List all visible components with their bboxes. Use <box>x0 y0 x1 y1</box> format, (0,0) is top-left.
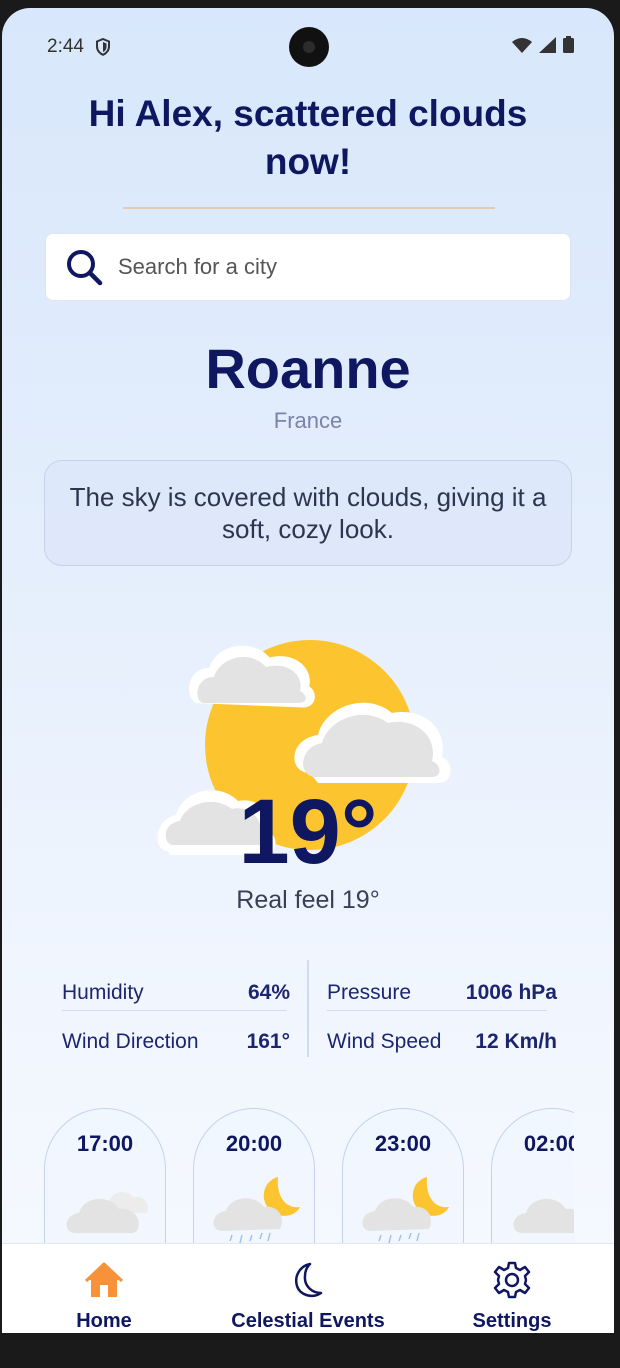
stat-value: 64% <box>247 981 290 1004</box>
weather-stats-grid: Humidity 64% Pressure 1006 hPa Wind Dire… <box>62 960 557 1058</box>
stats-horizontal-divider <box>327 1010 547 1011</box>
nav-home[interactable]: Home <box>44 1244 164 1333</box>
stats-vertical-divider <box>307 960 309 1057</box>
search-icon[interactable] <box>64 247 104 287</box>
search-input[interactable] <box>116 253 540 281</box>
status-time: 2:44 <box>47 36 84 57</box>
forecast-card[interactable]: 17:00 <box>44 1108 166 1248</box>
camera-cutout <box>289 27 329 67</box>
country-name: France <box>273 408 343 433</box>
stat-value: 161° <box>246 1030 290 1053</box>
stats-horizontal-divider <box>62 1010 287 1011</box>
hourly-forecast-list[interactable]: 17:00 20:00 23:00 02:00 <box>44 1108 574 1248</box>
forecast-time: 23:00 <box>374 1131 432 1156</box>
status-icons <box>511 36 574 53</box>
current-temperature: 19° <box>238 781 378 883</box>
battery-icon <box>563 36 574 53</box>
stat-label: Wind Direction <box>62 1030 199 1053</box>
greeting-title: Hi Alex, scattered clouds now! <box>88 93 528 182</box>
city-search-bar[interactable] <box>45 233 571 301</box>
system-gesture-bar <box>0 1333 620 1368</box>
bottom-navigation: Home Celestial Events Settings <box>2 1243 614 1333</box>
nav-label: Settings <box>472 1310 552 1332</box>
forecast-time: 20:00 <box>225 1131 283 1156</box>
app-screen: 2:44 Hi Alex, scattered clouds now! Roan… <box>2 8 614 1333</box>
shield-icon <box>96 38 110 56</box>
signal-icon <box>539 36 556 53</box>
cloudy-icon <box>66 1192 149 1233</box>
forecast-card[interactable]: 02:00 <box>491 1108 574 1248</box>
nav-label: Home <box>76 1310 132 1332</box>
stat-value: 1006 hPa <box>465 981 557 1004</box>
forecast-time: 02:00 <box>523 1131 574 1156</box>
home-icon <box>84 1262 124 1297</box>
moon-cloud-rain-icon <box>213 1177 300 1244</box>
nav-label: Celestial Events <box>231 1310 385 1332</box>
moon-icon <box>295 1262 323 1298</box>
weather-description: The sky is covered with clouds, giving i… <box>44 460 572 566</box>
city-name: Roanne <box>205 337 411 400</box>
stat-label: Pressure <box>327 981 412 1004</box>
forecast-time: 17:00 <box>76 1131 134 1156</box>
stat-label: Humidity <box>62 981 144 1004</box>
cloudy-icon <box>513 1199 574 1233</box>
stat-label: Wind Speed <box>327 1030 442 1053</box>
forecast-card[interactable]: 23:00 <box>342 1108 464 1248</box>
nav-settings[interactable]: Settings <box>452 1244 572 1333</box>
nav-celestial-events[interactable]: Celestial Events <box>228 1244 388 1333</box>
forecast-card[interactable]: 20:00 <box>193 1108 315 1248</box>
real-feel-label: Real feel 19° <box>236 886 380 914</box>
gear-icon <box>493 1261 531 1299</box>
moon-cloud-rain-icon <box>362 1177 449 1244</box>
stat-value: 12 Km/h <box>475 1030 557 1053</box>
header-divider <box>123 207 495 209</box>
wifi-icon <box>512 37 532 53</box>
